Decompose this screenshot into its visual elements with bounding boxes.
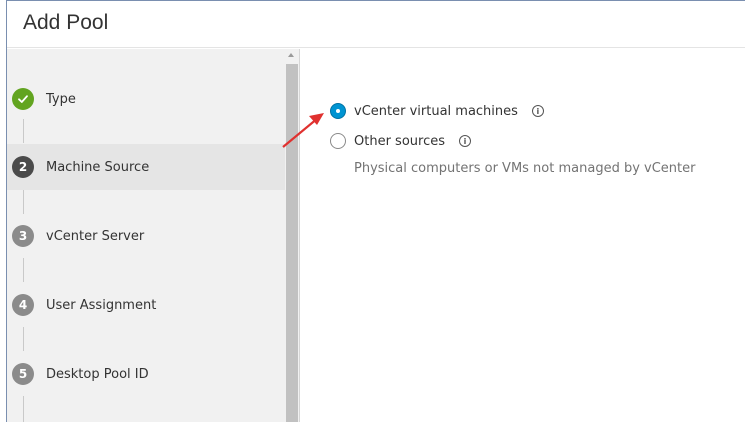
step-user-assignment[interactable]: 4 User Assignment: [7, 282, 285, 328]
wizard-steps-sidebar: Type 2 Machine Source 3 vCenter Server 4…: [7, 49, 285, 422]
step-vcenter-server[interactable]: 3 vCenter Server: [7, 213, 285, 259]
radio-other-sources[interactable]: [330, 133, 346, 149]
machine-source-panel: vCenter virtual machines i Other sources…: [300, 49, 745, 422]
radio-vcenter-vms[interactable]: [330, 103, 346, 119]
option-other-sources[interactable]: Other sources i: [330, 133, 471, 149]
step-label: Desktop Pool ID: [46, 366, 149, 382]
step-connector: [23, 327, 24, 351]
dialog-header: Add Pool: [7, 1, 745, 48]
step-number-badge: 5: [12, 363, 34, 385]
option-label: Other sources: [354, 133, 445, 149]
step-number-badge: 2: [12, 156, 34, 178]
step-label: Type: [46, 91, 76, 107]
step-connector: [23, 396, 24, 422]
step-connector: [23, 119, 24, 143]
dialog-title: Add Pool: [23, 11, 109, 34]
sidebar-scrollbar[interactable]: [285, 49, 299, 422]
step-type[interactable]: Type: [7, 76, 285, 122]
step-connector: [23, 258, 24, 282]
step-connector: [23, 190, 24, 214]
step-number-badge: 4: [12, 294, 34, 316]
step-label: Machine Source: [46, 159, 150, 175]
add-pool-dialog: Add Pool Type 2 Machine Source 3 vCenter…: [6, 0, 745, 422]
step-desktop-pool-id[interactable]: 5 Desktop Pool ID: [7, 351, 285, 397]
scrollbar-thumb[interactable]: [286, 64, 298, 422]
step-label: vCenter Server: [46, 228, 145, 244]
option-vcenter-vms[interactable]: vCenter virtual machines i: [330, 103, 544, 119]
check-icon: [12, 88, 34, 110]
option-label: vCenter virtual machines: [354, 103, 518, 119]
info-icon[interactable]: i: [459, 135, 471, 147]
step-machine-source[interactable]: 2 Machine Source: [7, 144, 285, 190]
scroll-up-icon[interactable]: [288, 53, 294, 57]
info-icon[interactable]: i: [531, 105, 544, 117]
step-number-badge: 3: [12, 225, 34, 247]
other-sources-helper-text: Physical computers or VMs not managed by…: [354, 161, 696, 176]
step-label: User Assignment: [46, 297, 157, 313]
